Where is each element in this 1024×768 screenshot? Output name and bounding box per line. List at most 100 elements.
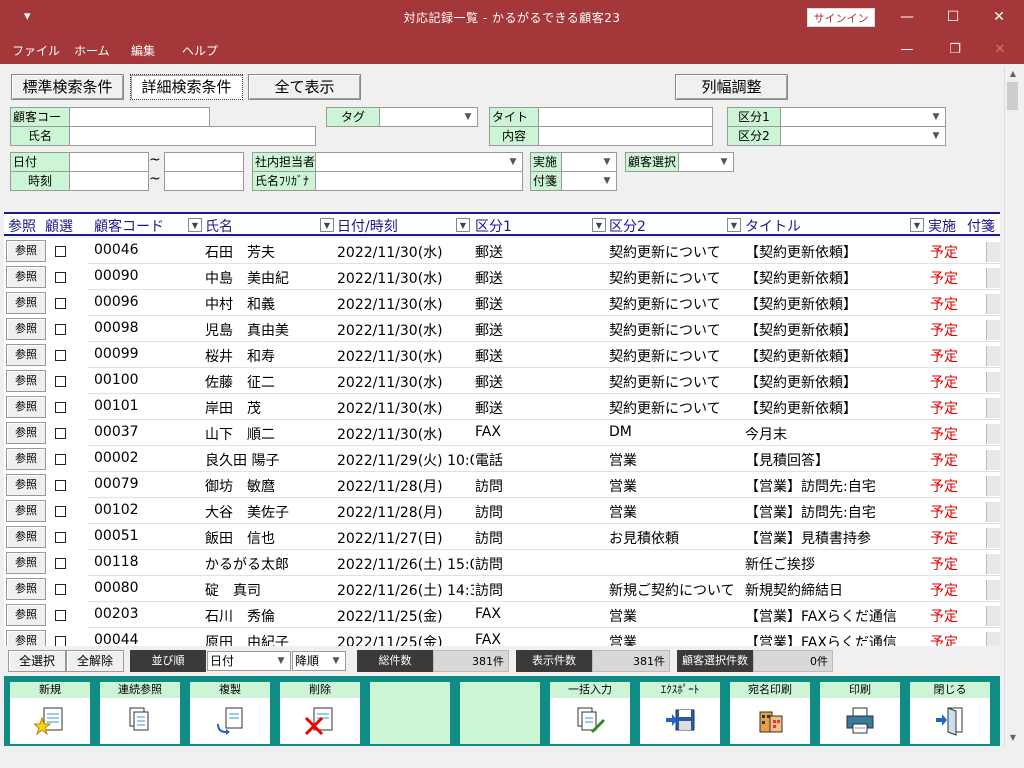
table-row[interactable]: 参照 00099 桜井 和寿 2022/11/30(水) 郵送 契約更新について 【契約更新… bbox=[4, 342, 1000, 368]
col-done[interactable]: 実施 bbox=[928, 216, 956, 236]
ref-button[interactable]: 参照 bbox=[6, 292, 46, 314]
name-input[interactable] bbox=[69, 126, 316, 146]
col-title[interactable]: タイトル bbox=[745, 216, 801, 236]
chevron-down-icon[interactable]: ▼ bbox=[329, 654, 343, 668]
child-restore-icon[interactable]: ❐ bbox=[940, 40, 970, 60]
select-all-button[interactable]: 全選択 bbox=[8, 650, 66, 672]
ref-button[interactable]: 参照 bbox=[6, 526, 46, 548]
col-datetime[interactable]: 日付/時刻 bbox=[337, 216, 398, 236]
chevron-down-icon[interactable]: ▼ bbox=[929, 110, 943, 124]
ref-button[interactable]: 参照 bbox=[6, 318, 46, 340]
export-button[interactable]: ｴｸｽﾎﾟｰﾄ bbox=[640, 682, 720, 744]
sort-order-select[interactable]: 降順 ▼ bbox=[292, 651, 346, 671]
close-button[interactable]: 閉じる bbox=[910, 682, 990, 744]
print-button[interactable]: 印刷 bbox=[820, 682, 900, 744]
sticky-note-cell[interactable] bbox=[986, 606, 1000, 626]
ref-button[interactable]: 参照 bbox=[6, 474, 46, 496]
chevron-down-icon[interactable]: ▼ bbox=[188, 218, 202, 232]
close-icon[interactable]: ✕ bbox=[976, 4, 1022, 30]
menu-file[interactable]: ファイル bbox=[12, 42, 60, 59]
chevron-down-icon[interactable]: ▼ bbox=[274, 654, 288, 668]
ref-button[interactable]: 参照 bbox=[6, 396, 46, 418]
table-row[interactable]: 参照 00051 飯田 信也 2022/11/27(日) 訪問 お見積依頼 【営業】見積書持… bbox=[4, 524, 1000, 550]
ref-button[interactable]: 参照 bbox=[6, 266, 46, 288]
select-checkbox[interactable] bbox=[55, 584, 66, 595]
table-row[interactable]: 参照 00118 かるがる太郎 2022/11/26(土) 15:0 訪問 新任ご挨拶 予定 bbox=[4, 550, 1000, 576]
select-checkbox[interactable] bbox=[55, 454, 66, 465]
col-tag[interactable]: 付箋 bbox=[967, 216, 995, 236]
new-button[interactable]: 新規 bbox=[10, 682, 90, 744]
sticky-note-cell[interactable] bbox=[986, 346, 1000, 366]
kubun1-select[interactable]: ▼ bbox=[780, 107, 946, 127]
select-checkbox[interactable] bbox=[55, 532, 66, 543]
select-checkbox[interactable] bbox=[55, 350, 66, 361]
chevron-down-icon[interactable]: ▼ bbox=[600, 155, 614, 169]
table-row[interactable]: 参照 00203 石川 秀倫 2022/11/25(金) FAX 営業 【営業】FAXらくだ… bbox=[4, 602, 1000, 628]
chevron-down-icon[interactable]: ▼ bbox=[456, 218, 470, 232]
child-close-icon[interactable]: ✕ bbox=[985, 40, 1015, 60]
delete-button[interactable]: 削除 bbox=[280, 682, 360, 744]
select-checkbox[interactable] bbox=[55, 480, 66, 491]
table-row[interactable]: 参照 00102 大谷 美佐子 2022/11/28(月) 訪問 営業 【営業】訪問先:自宅… bbox=[4, 498, 1000, 524]
bulk-input-button[interactable]: 一括入力 bbox=[550, 682, 630, 744]
table-row[interactable]: 参照 00098 児島 真由美 2022/11/30(水) 郵送 契約更新について 【契約更… bbox=[4, 316, 1000, 342]
table-row[interactable]: 参照 00090 中島 美由紀 2022/11/30(水) 郵送 契約更新について 【契約更… bbox=[4, 264, 1000, 290]
ref-button[interactable]: 参照 bbox=[6, 630, 46, 646]
table-row[interactable]: 参照 00100 佐藤 征二 2022/11/30(水) 郵送 契約更新について 【契約更新… bbox=[4, 368, 1000, 394]
ref-button[interactable]: 参照 bbox=[6, 370, 46, 392]
col-kubun1[interactable]: 区分1 bbox=[475, 216, 512, 236]
sticky-note-cell[interactable] bbox=[986, 294, 1000, 314]
time-to-input[interactable] bbox=[164, 171, 244, 191]
customer-select-select[interactable]: ▼ bbox=[678, 152, 734, 172]
select-checkbox[interactable] bbox=[55, 376, 66, 387]
select-checkbox[interactable] bbox=[55, 272, 66, 283]
ref-button[interactable]: 参照 bbox=[6, 552, 46, 574]
tag-select[interactable]: ▼ bbox=[379, 107, 478, 127]
sticky-note-cell[interactable] bbox=[986, 320, 1000, 340]
title-input[interactable] bbox=[538, 107, 713, 127]
kana-input[interactable] bbox=[315, 171, 523, 191]
done-select[interactable]: ▼ bbox=[561, 152, 617, 172]
table-row[interactable]: 参照 00101 岸田 茂 2022/11/30(水) 郵送 契約更新について 【契約更新依… bbox=[4, 394, 1000, 420]
table-row[interactable]: 参照 00079 御坊 敏麿 2022/11/28(月) 訪問 営業 【営業】訪問先:自宅 予… bbox=[4, 472, 1000, 498]
ref-button[interactable]: 参照 bbox=[6, 240, 46, 262]
scroll-up-icon[interactable]: ▲ bbox=[1005, 66, 1021, 82]
ref-button[interactable]: 参照 bbox=[6, 422, 46, 444]
chevron-down-icon[interactable]: ▼ bbox=[717, 155, 731, 169]
scroll-thumb[interactable] bbox=[1007, 82, 1018, 110]
ref-button[interactable]: 参照 bbox=[6, 578, 46, 600]
select-checkbox[interactable] bbox=[55, 610, 66, 621]
ref-button[interactable]: 参照 bbox=[6, 448, 46, 470]
sticky-select[interactable]: ▼ bbox=[561, 171, 617, 191]
customer-code-input[interactable] bbox=[69, 107, 210, 127]
menu-home[interactable]: ホーム bbox=[74, 42, 110, 59]
select-checkbox[interactable] bbox=[55, 324, 66, 335]
date-to-input[interactable] bbox=[164, 152, 244, 172]
chevron-down-icon[interactable]: ▼ bbox=[600, 174, 614, 188]
select-checkbox[interactable] bbox=[55, 402, 66, 413]
sticky-note-cell[interactable] bbox=[986, 424, 1000, 444]
col-kubun2[interactable]: 区分2 bbox=[609, 216, 646, 236]
time-from-input[interactable] bbox=[69, 171, 149, 191]
chevron-down-icon[interactable]: ▼ bbox=[461, 110, 475, 124]
signin-button[interactable]: サインイン bbox=[807, 8, 875, 27]
chevron-down-icon[interactable]: ▼ bbox=[910, 218, 924, 232]
chevron-down-icon[interactable]: ▼ bbox=[592, 218, 606, 232]
sticky-note-cell[interactable] bbox=[986, 502, 1000, 522]
table-row[interactable]: 参照 00080 碇 真司 2022/11/26(土) 14:3 訪問 新規ご契約について… bbox=[4, 576, 1000, 602]
ref-button[interactable]: 参照 bbox=[6, 344, 46, 366]
column-width-button[interactable]: 列幅調整 bbox=[675, 74, 788, 100]
chevron-down-icon[interactable]: ▼ bbox=[929, 129, 943, 143]
scroll-down-icon[interactable]: ▼ bbox=[1005, 730, 1021, 746]
table-row[interactable]: 参照 00044 原田 由紀子 2022/11/25(金) FAX 営業 【営業】FAXらく… bbox=[4, 628, 1000, 646]
sticky-note-cell[interactable] bbox=[986, 450, 1000, 470]
staff-select[interactable]: ▼ bbox=[315, 152, 523, 172]
sticky-note-cell[interactable] bbox=[986, 242, 1000, 262]
ref-button[interactable]: 参照 bbox=[6, 604, 46, 626]
child-minimize-icon[interactable]: — bbox=[892, 40, 922, 60]
col-code[interactable]: 顧客コード bbox=[94, 216, 164, 236]
vertical-scrollbar[interactable]: ▲ ▼ bbox=[1004, 66, 1020, 746]
sticky-note-cell[interactable] bbox=[986, 398, 1000, 418]
select-checkbox[interactable] bbox=[55, 558, 66, 569]
chevron-down-icon[interactable]: ▼ bbox=[320, 218, 334, 232]
